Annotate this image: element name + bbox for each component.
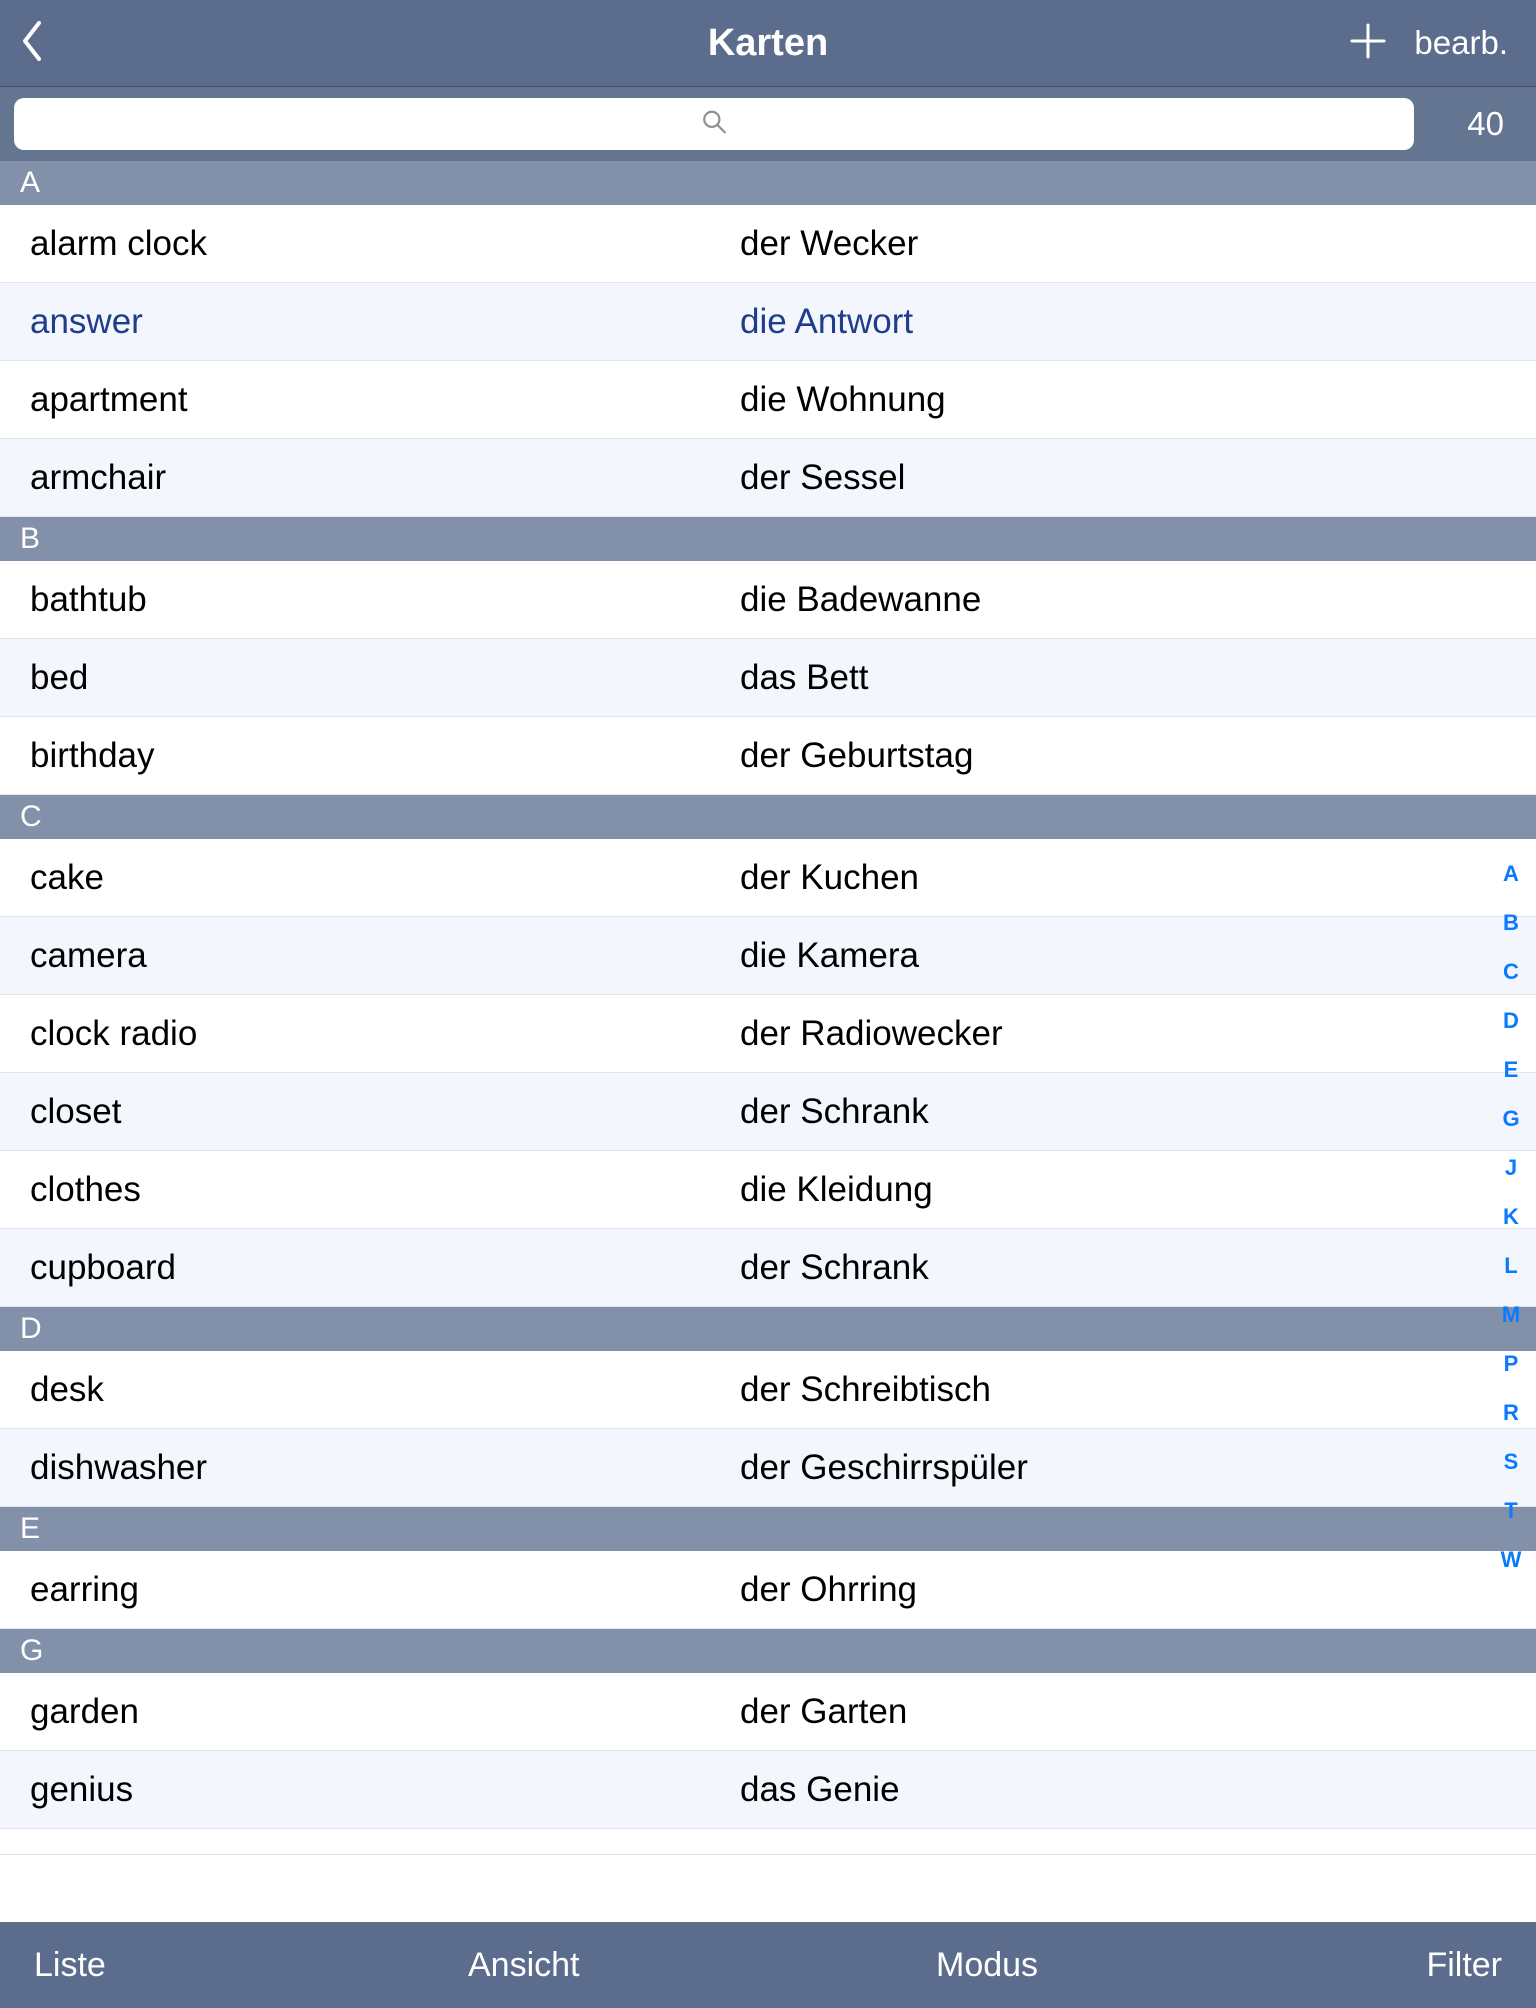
card-back: der Garten bbox=[740, 1692, 1536, 1732]
index-letter[interactable]: K bbox=[1503, 1204, 1519, 1230]
card-front: clock radio bbox=[0, 1014, 740, 1054]
index-letter[interactable]: T bbox=[1504, 1498, 1517, 1524]
card-back: der Schrank bbox=[740, 1092, 1536, 1132]
card-count: 40 bbox=[1467, 105, 1522, 143]
search-bar: 40 bbox=[0, 87, 1536, 161]
card-front: clothes bbox=[0, 1170, 740, 1210]
chevron-left-icon bbox=[20, 19, 46, 68]
index-letter[interactable]: G bbox=[1502, 1106, 1519, 1132]
card-back: der Radiowecker bbox=[740, 1014, 1536, 1054]
index-letter[interactable]: W bbox=[1501, 1547, 1522, 1573]
section-header: A bbox=[0, 161, 1536, 205]
card-front: genius bbox=[0, 1770, 740, 1810]
card-list[interactable]: Aalarm clockder Weckeranswerdie Antworta… bbox=[0, 161, 1536, 1922]
card-front: garden bbox=[0, 1692, 740, 1732]
card-back: der Kuchen bbox=[740, 858, 1536, 898]
index-letter[interactable]: P bbox=[1504, 1351, 1519, 1377]
card-back: der Wecker bbox=[740, 224, 1536, 264]
index-letter[interactable]: M bbox=[1502, 1302, 1520, 1328]
search-field-wrap bbox=[14, 98, 1414, 150]
index-letter[interactable]: D bbox=[1503, 1008, 1519, 1034]
list-row[interactable]: deskder Schreibtisch bbox=[0, 1351, 1536, 1429]
list-row[interactable]: bathtubdie Badewanne bbox=[0, 561, 1536, 639]
list-row[interactable]: clothesdie Kleidung bbox=[0, 1151, 1536, 1229]
toolbar-modus[interactable]: Modus bbox=[936, 1946, 1038, 1985]
list-row[interactable]: beddas Bett bbox=[0, 639, 1536, 717]
card-back: der Schrank bbox=[740, 1248, 1536, 1288]
card-front: bathtub bbox=[0, 580, 740, 620]
section-index[interactable]: ABCDEGJKLMPRSTW bbox=[1492, 861, 1530, 1573]
card-back: die Badewanne bbox=[740, 580, 1536, 620]
toolbar-filter[interactable]: Filter bbox=[1426, 1946, 1536, 1985]
card-front: birthday bbox=[0, 736, 740, 776]
card-front: desk bbox=[0, 1370, 740, 1410]
index-letter[interactable]: L bbox=[1504, 1253, 1517, 1279]
list-row[interactable]: clock radioder Radiowecker bbox=[0, 995, 1536, 1073]
index-letter[interactable]: B bbox=[1503, 910, 1519, 936]
card-front: cake bbox=[0, 858, 740, 898]
card-back: der Ohrring bbox=[740, 1570, 1536, 1610]
section-header: D bbox=[0, 1307, 1536, 1351]
index-letter[interactable]: J bbox=[1505, 1155, 1517, 1181]
page-title: Karten bbox=[0, 22, 1536, 65]
list-row[interactable]: alarm clockder Wecker bbox=[0, 205, 1536, 283]
card-back: das Genie bbox=[740, 1770, 1536, 1810]
back-button[interactable] bbox=[0, 0, 70, 86]
bottom-toolbar: Liste Ansicht Modus Filter bbox=[0, 1922, 1536, 2008]
list-row[interactable]: geniusdas Genie bbox=[0, 1751, 1536, 1829]
toolbar-ansicht[interactable]: Ansicht bbox=[468, 1946, 580, 1985]
add-button[interactable] bbox=[1350, 23, 1386, 64]
card-back: die Antwort bbox=[740, 302, 1536, 342]
list-row[interactable]: answerdie Antwort bbox=[0, 283, 1536, 361]
section-header: G bbox=[0, 1629, 1536, 1673]
list-row[interactable]: birthdayder Geburtstag bbox=[0, 717, 1536, 795]
card-back: der Geburtstag bbox=[740, 736, 1536, 776]
section-header: C bbox=[0, 795, 1536, 839]
list-row[interactable]: cameradie Kamera bbox=[0, 917, 1536, 995]
edit-button[interactable]: bearb. bbox=[1414, 24, 1508, 62]
card-front: alarm clock bbox=[0, 224, 740, 264]
list-row[interactable]: cupboardder Schrank bbox=[0, 1229, 1536, 1307]
card-back: der Sessel bbox=[740, 458, 1536, 498]
list-row[interactable]: closetder Schrank bbox=[0, 1073, 1536, 1151]
toolbar-liste[interactable]: Liste bbox=[0, 1946, 106, 1985]
plus-icon bbox=[1350, 46, 1386, 63]
index-letter[interactable]: R bbox=[1503, 1400, 1519, 1426]
list-row[interactable]: apartmentdie Wohnung bbox=[0, 361, 1536, 439]
navigation-bar: Karten bearb. bbox=[0, 0, 1536, 87]
list-row[interactable]: cakeder Kuchen bbox=[0, 839, 1536, 917]
card-front: earring bbox=[0, 1570, 740, 1610]
card-front: closet bbox=[0, 1092, 740, 1132]
card-back: die Kamera bbox=[740, 936, 1536, 976]
card-back: der Geschirrspüler bbox=[740, 1448, 1536, 1488]
card-front: apartment bbox=[0, 380, 740, 420]
card-front: camera bbox=[0, 936, 740, 976]
card-front: cupboard bbox=[0, 1248, 740, 1288]
card-front: armchair bbox=[0, 458, 740, 498]
card-front: answer bbox=[0, 302, 740, 342]
card-back: der Schreibtisch bbox=[740, 1370, 1536, 1410]
list-row[interactable]: dishwasherder Geschirrspüler bbox=[0, 1429, 1536, 1507]
index-letter[interactable]: S bbox=[1504, 1449, 1519, 1475]
list-row[interactable] bbox=[0, 1829, 1536, 1855]
index-letter[interactable]: E bbox=[1504, 1057, 1519, 1083]
index-letter[interactable]: A bbox=[1503, 861, 1519, 887]
section-header: E bbox=[0, 1507, 1536, 1551]
list-row[interactable]: gardender Garten bbox=[0, 1673, 1536, 1751]
index-letter[interactable]: C bbox=[1503, 959, 1519, 985]
card-front: bed bbox=[0, 658, 740, 698]
list-row[interactable]: earringder Ohrring bbox=[0, 1551, 1536, 1629]
card-front: dishwasher bbox=[0, 1448, 740, 1488]
card-back: die Wohnung bbox=[740, 380, 1536, 420]
list-row[interactable]: armchairder Sessel bbox=[0, 439, 1536, 517]
card-back: das Bett bbox=[740, 658, 1536, 698]
card-back: die Kleidung bbox=[740, 1170, 1536, 1210]
search-input[interactable] bbox=[14, 98, 1414, 150]
section-header: B bbox=[0, 517, 1536, 561]
